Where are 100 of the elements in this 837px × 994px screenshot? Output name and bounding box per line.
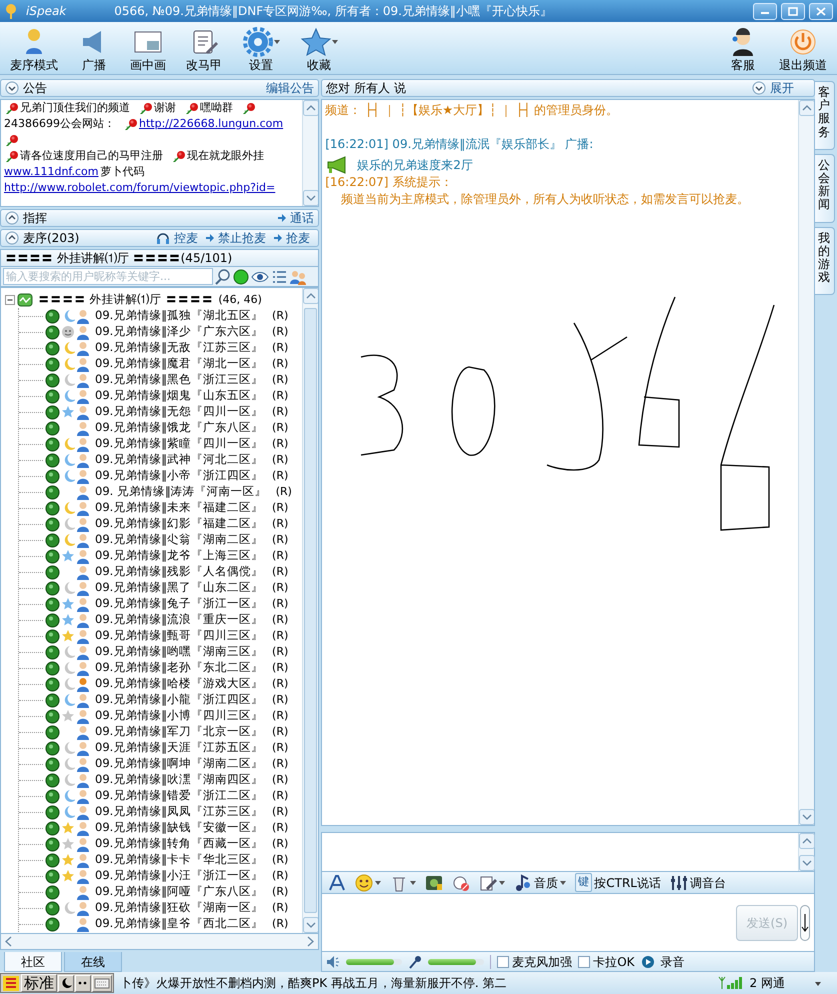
user-row[interactable]: 09.兄弟情缘‖缺钱『安徽一区』 (R)	[19, 820, 302, 836]
queue-action-link[interactable]: 禁止抢麦	[218, 229, 266, 247]
user-row[interactable]: 09.兄弟情缘‖未来『福建二区』 (R)	[19, 500, 302, 516]
user-row[interactable]: 09.兄弟情缘‖魔君『湖北一区』 (R)	[19, 356, 302, 372]
toolbar-button[interactable]	[328, 874, 346, 892]
toolbar-button[interactable]: 客服	[721, 24, 765, 74]
expand-link[interactable]: 展开	[770, 79, 794, 97]
user-row[interactable]: 09.兄弟情缘‖紫瞳『四川一区』 (R)	[19, 436, 302, 452]
user-row[interactable]: 09.兄弟情缘‖孤独『湖北五区』 (R)	[19, 308, 302, 324]
link[interactable]: http://www.robolet.com/forum/viewtopic.php?id=	[4, 180, 276, 196]
scroll-down-icon[interactable]	[303, 190, 318, 206]
user-row[interactable]: 09.兄弟情缘‖甄哥『四川三区』 (R)	[19, 628, 302, 644]
user-row[interactable]: 09.兄弟情缘‖烟鬼『山东五区』 (R)	[19, 388, 302, 404]
ime-mode-button[interactable]: 标准	[21, 974, 57, 992]
scroll-down-icon[interactable]	[303, 917, 318, 933]
link[interactable]: http://226668.lungun.com	[139, 116, 284, 132]
scroll-up-icon[interactable]	[799, 833, 816, 849]
scroll-down-icon[interactable]	[799, 855, 816, 871]
toolbar-button[interactable]: 音质	[514, 874, 566, 892]
microphone-icon[interactable]	[408, 954, 422, 968]
user-row[interactable]: 09.兄弟情缘‖阿哑『广东八区』 (R)	[19, 884, 302, 900]
scroll-up-icon[interactable]	[303, 100, 318, 116]
user-row[interactable]: 09.兄弟情缘‖幻影『福建二区』 (R)	[19, 516, 302, 532]
scroll-down-icon[interactable]	[799, 809, 814, 825]
toolbar-button[interactable]: 广播	[72, 24, 116, 74]
record-button[interactable]: 录音	[640, 952, 685, 970]
link[interactable]: www.111dnf.com	[4, 164, 98, 180]
toolbar-button[interactable]	[425, 874, 444, 892]
user-row[interactable]: 09.兄弟情缘‖流浪『重庆一区』 (R)	[19, 612, 302, 628]
user-row[interactable]: 09.兄弟情缘‖哈楼『游戏大区』 (R)	[19, 676, 302, 692]
edit-announcement-link[interactable]: 编辑公告	[266, 79, 314, 97]
user-row[interactable]: 09.兄弟情缘‖转角『西藏一区』 (R)	[19, 836, 302, 852]
users-icon[interactable]	[289, 268, 307, 284]
user-row[interactable]: 09.兄弟情缘‖皇爷『西北二区』 (R)	[19, 916, 302, 932]
user-row[interactable]: 09.兄弟情缘‖卡卡『华北三区』 (R)	[19, 852, 302, 868]
user-row[interactable]: 09.兄弟情缘‖哟嘿『湖南三区』 (R)	[19, 644, 302, 660]
list-icon[interactable]	[271, 268, 287, 284]
user-row[interactable]: 09.兄弟情缘‖尐翁『湖南二区』 (R)	[19, 532, 302, 548]
scroll-up-icon[interactable]	[303, 288, 318, 304]
toolbar-button[interactable]: 麦序模式	[4, 24, 64, 74]
user-row[interactable]: 09.兄弟情缘‖小汪『浙江一区』 (R)	[19, 868, 302, 884]
toolbar-button[interactable]	[355, 874, 382, 892]
tree-node[interactable]: 〓〓〓〓 外挂讲解⑴厅 〓〓〓〓 (46, 46)	[5, 292, 302, 308]
chevron-down-icon[interactable]	[752, 81, 766, 95]
ime-logo-icon[interactable]	[2, 974, 20, 992]
volume-slider-fill[interactable]	[346, 958, 394, 964]
user-row[interactable]: 09.兄弟情缘‖泽少『广东六区』 (R)	[19, 324, 302, 340]
user-row[interactable]: 09.兄弟情缘‖龙爷『上海三区』 (R)	[19, 548, 302, 564]
user-row[interactable]: 09.兄弟情缘‖天涯『江苏五区』 (R)	[19, 740, 302, 756]
close-button[interactable]	[809, 2, 833, 20]
user-row[interactable]: 09.兄弟情缘‖老孙『东北二区』 (R)	[19, 660, 302, 676]
search-field[interactable]: 输入要搜索的用户昵称等关键字...	[3, 268, 213, 285]
tab[interactable]: 社区	[4, 952, 62, 972]
dropdown-caret-icon[interactable]	[815, 982, 821, 986]
user-row[interactable]: 09.兄弟情缘‖小龍『浙江四区』 (R)	[19, 692, 302, 708]
user-row[interactable]: 09.兄弟情缘‖残影『人名偶傥』 (R)	[19, 564, 302, 580]
user-row[interactable]: 09. 兄弟情缘‖涛涛『河南一区』 (R)	[19, 484, 302, 500]
minimize-button[interactable]	[753, 2, 777, 20]
keyboard-icon[interactable]	[94, 977, 110, 989]
user-row[interactable]: 09.兄弟情缘‖军刀『北京一区』 (R)	[19, 724, 302, 740]
user-row[interactable]: 09.兄弟情缘‖黑色『浙江三区』 (R)	[19, 372, 302, 388]
toolbar-button[interactable]: 画中画	[124, 24, 172, 74]
user-row[interactable]: 09.兄弟情缘‖无敌『江苏三区』 (R)	[19, 340, 302, 356]
queue-action-link[interactable]: 抢麦	[286, 229, 310, 247]
chevron-down-icon[interactable]	[5, 81, 19, 95]
side-tab[interactable]: 我的游戏	[815, 226, 836, 296]
maximize-button[interactable]	[781, 2, 805, 20]
toolbar-button[interactable]: 设置	[236, 24, 286, 74]
tab[interactable]: 在线	[64, 952, 122, 972]
toolbar-button[interactable]	[452, 874, 470, 892]
user-row[interactable]: 09.兄弟情缘‖吙潶『湖南四区』 (R)	[19, 772, 302, 788]
user-row[interactable]: 09.兄弟情缘‖凤凤『江苏三区』 (R)	[19, 804, 302, 820]
moon-icon[interactable]	[60, 977, 72, 989]
user-row[interactable]: 09.兄弟情缘‖无怨『四川一区』 (R)	[19, 404, 302, 420]
user-row[interactable]: 09.兄弟情缘‖狂砍『湖南一区』 (R)	[19, 900, 302, 916]
scroll-thumb[interactable]	[304, 308, 318, 913]
user-row[interactable]: 09.兄弟情缘‖小博『四川三区』 (R)	[19, 708, 302, 724]
toolbar-button[interactable]: 改马甲	[180, 24, 228, 74]
user-row[interactable]: 09.兄弟情缘‖错爱『浙江二区』 (R)	[19, 788, 302, 804]
user-row[interactable]: 09.兄弟情缘‖兔子『浙江一区』 (R)	[19, 596, 302, 612]
user-row[interactable]: 09.兄弟情缘‖黑了『山东二区』 (R)	[19, 580, 302, 596]
checkbox-option[interactable]: 卡拉OK	[578, 952, 635, 970]
user-row[interactable]: 09.兄弟情缘‖啊坤『湖南二区』 (R)	[19, 756, 302, 772]
user-row[interactable]: 09.兄弟情缘‖小帝『浙江四区』 (R)	[19, 468, 302, 484]
queue-action-link[interactable]: 控麦	[174, 229, 198, 247]
user-row[interactable]: 09.兄弟情缘‖饿龙『广东八区』 (R)	[19, 420, 302, 436]
toolbar-button[interactable]: 键 按CTRL说话	[575, 873, 661, 892]
checkbox-option[interactable]: 麦克风加强	[497, 952, 572, 970]
user-row[interactable]: 09.兄弟情缘‖武神『河北二区』 (R)	[19, 452, 302, 468]
send-options-button[interactable]	[800, 904, 810, 940]
collapse-icon[interactable]	[5, 294, 16, 306]
toolbar-button[interactable]: 调音台	[670, 874, 726, 892]
toolbar-button[interactable]: 收藏	[294, 24, 344, 74]
side-tab[interactable]: 客户服务	[815, 81, 836, 150]
search-icon[interactable]	[215, 268, 231, 284]
online-status-icon[interactable]	[233, 268, 249, 284]
toolbar-button[interactable]: 退出频道	[773, 24, 833, 74]
volume-slider-fill[interactable]	[428, 958, 476, 964]
speaker-icon[interactable]	[326, 954, 340, 968]
call-link[interactable]: 通话	[290, 209, 314, 227]
